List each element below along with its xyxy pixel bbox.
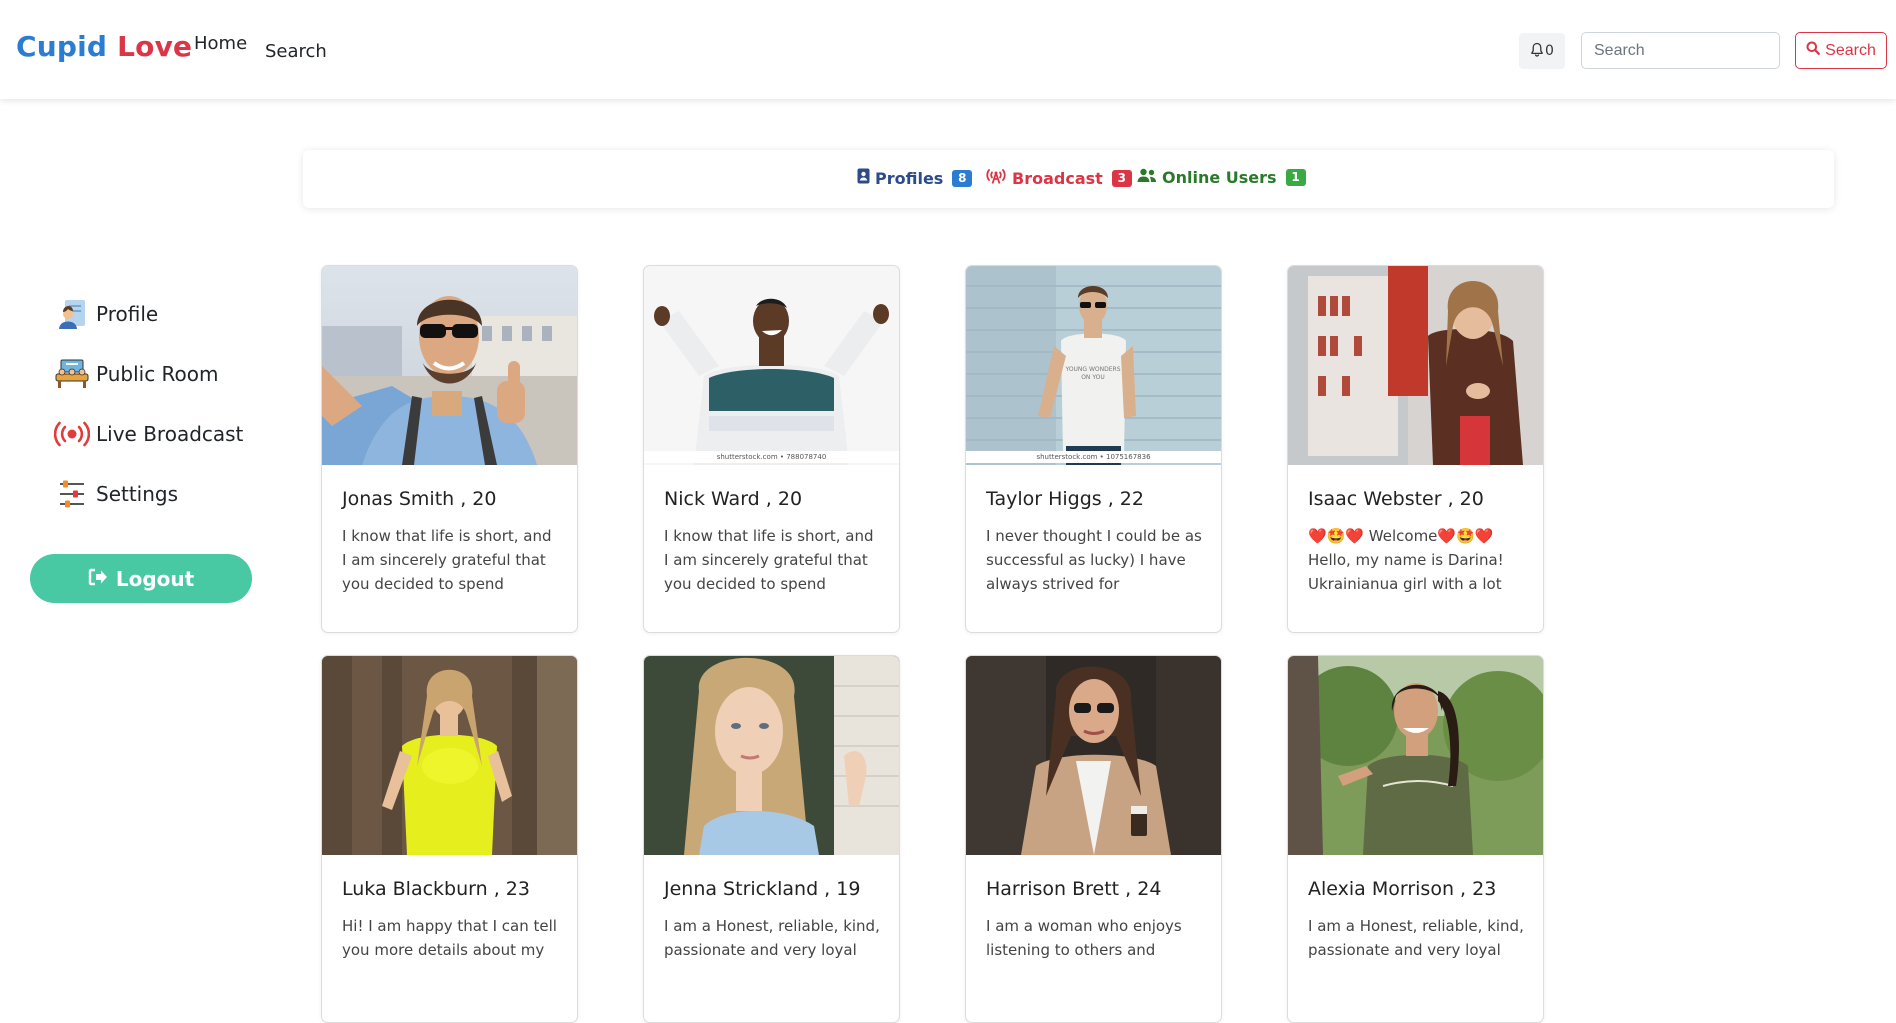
section-tabs: Profiles 8 Broadcast 3 Online Users 1 bbox=[303, 150, 1834, 208]
profile-photo bbox=[1288, 266, 1543, 465]
profile-name: Harrison Brett , 24 bbox=[986, 878, 1162, 900]
image-watermark: shutterstock.com • 1075167836 bbox=[966, 451, 1221, 463]
profile-card[interactable]: Isaac Webster , 20 ❤️🤩❤️ Welcome❤️🤩❤️ He… bbox=[1287, 265, 1544, 633]
profile-bio: I never thought I could be as successful… bbox=[986, 527, 1202, 593]
profile-photo bbox=[322, 266, 577, 465]
sidebar-item-live-broadcast[interactable]: Live Broadcast bbox=[54, 416, 243, 452]
profile-photo: YOUNG WONDERS ON YOU shutterstock.com • … bbox=[966, 266, 1221, 465]
sidebar-item-profile[interactable]: Profile bbox=[54, 296, 158, 332]
profile-card[interactable]: shutterstock.com • 788078740 Nick Ward ,… bbox=[643, 265, 900, 633]
users-icon bbox=[1137, 168, 1157, 187]
brand-part1: Cupid bbox=[16, 30, 108, 63]
settings-sliders-icon bbox=[54, 476, 90, 512]
brand-logo[interactable]: Cupid Love bbox=[16, 30, 192, 63]
profile-bio: ❤️🤩❤️ Welcome❤️🤩❤️ Hello, my name is Dar… bbox=[1308, 527, 1504, 593]
profile-card[interactable]: Harrison Brett , 24 I am a woman who enj… bbox=[965, 655, 1222, 1023]
profile-bio: I am a Honest, reliable, kind, passionat… bbox=[1308, 917, 1524, 959]
profile-name: Isaac Webster , 20 bbox=[1308, 488, 1484, 510]
profile-card[interactable]: Jenna Strickland , 19 I am a Honest, rel… bbox=[643, 655, 900, 1023]
profile-name: Alexia Morrison , 23 bbox=[1308, 878, 1497, 900]
logout-button[interactable]: Logout bbox=[30, 554, 252, 603]
tab-profiles-label: Profiles bbox=[875, 168, 944, 188]
profile-bio: I know that life is short, and I am sinc… bbox=[664, 527, 874, 593]
tab-online-label: Online Users bbox=[1162, 168, 1277, 187]
notification-count: 0 bbox=[1545, 43, 1554, 59]
id-card-icon bbox=[857, 168, 870, 188]
profile-name: Taylor Higgs , 22 bbox=[986, 488, 1144, 510]
brand-part2: Love bbox=[117, 30, 193, 63]
profile-photo bbox=[644, 656, 899, 855]
sidebar-item-settings[interactable]: Settings bbox=[54, 476, 178, 512]
broadcast-tower-icon bbox=[985, 168, 1007, 188]
profile-photo bbox=[322, 656, 577, 855]
profile-card[interactable]: YOUNG WONDERS ON YOU shutterstock.com • … bbox=[965, 265, 1222, 633]
profile-bio: I am a woman who enjoys listening to oth… bbox=[986, 917, 1182, 959]
profile-name: Nick Ward , 20 bbox=[664, 488, 803, 510]
nav-search-link[interactable]: Search bbox=[265, 41, 327, 62]
search-icon bbox=[1806, 41, 1821, 60]
profiles-count-badge: 8 bbox=[952, 169, 973, 187]
tab-profiles[interactable]: Profiles 8 bbox=[857, 168, 973, 188]
profile-name: Jonas Smith , 20 bbox=[342, 488, 497, 510]
notifications-button[interactable]: 0 bbox=[1519, 33, 1565, 69]
profile-name: Luka Blackburn , 23 bbox=[342, 878, 530, 900]
profile-photo bbox=[966, 656, 1221, 855]
nav-home-link[interactable]: Home bbox=[194, 33, 247, 54]
sign-out-icon bbox=[88, 567, 108, 591]
tab-broadcast-label: Broadcast bbox=[1012, 168, 1103, 188]
profile-photo bbox=[1288, 656, 1543, 855]
search-button[interactable]: Search bbox=[1795, 32, 1887, 69]
profile-card[interactable]: Alexia Morrison , 23 I am a Honest, reli… bbox=[1287, 655, 1544, 1023]
top-navbar: Cupid Love Home Search 0 Search bbox=[0, 0, 1896, 99]
search-button-label: Search bbox=[1825, 41, 1876, 59]
broadcast-count-badge: 3 bbox=[1111, 169, 1132, 187]
svg-text:YOUNG WONDERS: YOUNG WONDERS bbox=[1064, 366, 1120, 373]
search-input[interactable] bbox=[1581, 32, 1780, 69]
tab-broadcast[interactable]: Broadcast 3 bbox=[985, 168, 1132, 188]
profile-bio: Hi! I am happy that I can tell you more … bbox=[342, 917, 557, 959]
bell-icon bbox=[1530, 42, 1544, 61]
online-count-badge: 1 bbox=[1285, 169, 1306, 186]
sidebar-item-label: Public Room bbox=[96, 362, 219, 386]
sidebar-item-public-room[interactable]: Public Room bbox=[54, 356, 219, 392]
sidebar-item-label: Profile bbox=[96, 302, 159, 326]
svg-text:ON YOU: ON YOU bbox=[1081, 374, 1105, 381]
profile-photo: shutterstock.com • 788078740 bbox=[644, 266, 899, 465]
profile-card[interactable]: Luka Blackburn , 23 Hi! I am happy that … bbox=[321, 655, 578, 1023]
image-watermark: shutterstock.com • 788078740 bbox=[644, 451, 899, 463]
sidebar-item-label: Live Broadcast bbox=[96, 422, 244, 446]
live-broadcast-icon bbox=[54, 416, 90, 452]
sidebar-item-label: Settings bbox=[96, 482, 179, 506]
tab-online-users[interactable]: Online Users 1 bbox=[1137, 168, 1306, 187]
public-room-icon bbox=[54, 356, 90, 392]
profile-card[interactable]: Jonas Smith , 20 I know that life is sho… bbox=[321, 265, 578, 633]
profile-bio: I know that life is short, and I am sinc… bbox=[342, 527, 552, 593]
profile-name: Jenna Strickland , 19 bbox=[664, 878, 861, 900]
profile-bio: I am a Honest, reliable, kind, passionat… bbox=[664, 917, 880, 959]
profile-icon bbox=[54, 296, 90, 332]
logout-label: Logout bbox=[115, 566, 195, 591]
